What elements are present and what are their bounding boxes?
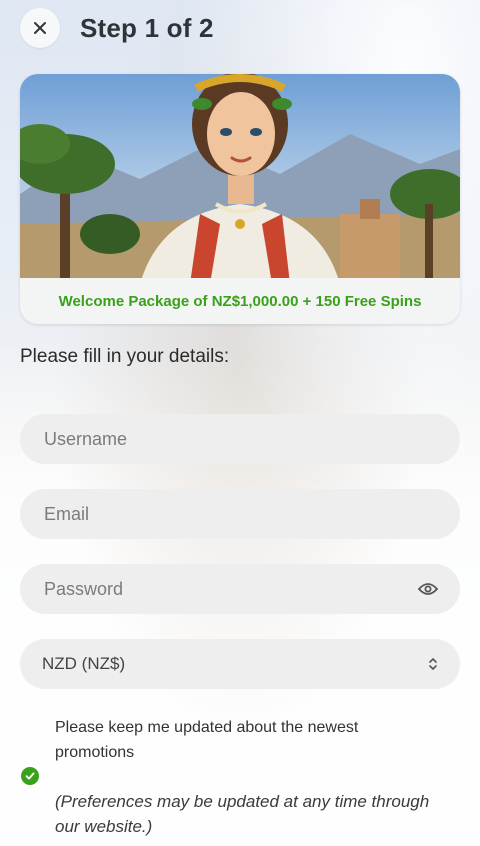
close-button[interactable] <box>20 8 60 48</box>
consent-label: Please keep me updated about the newest … <box>55 719 359 761</box>
currency-select[interactable]: NZD (NZ$) <box>20 639 460 689</box>
username-field[interactable] <box>20 414 460 464</box>
banner-illustration <box>20 74 460 284</box>
email-input[interactable] <box>42 502 438 526</box>
consent-note: (Preferences may be updated at any time … <box>55 792 430 836</box>
promo-text: Welcome Package of NZ$1,000.00 + 150 Fre… <box>20 278 460 324</box>
check-icon <box>25 772 35 780</box>
page-title: Step 1 of 2 <box>80 12 214 43</box>
currency-value: NZD (NZ$) <box>42 654 126 673</box>
password-input[interactable] <box>42 577 418 601</box>
form-intro: Please fill in your details: <box>20 346 230 367</box>
password-field[interactable] <box>20 564 460 614</box>
close-icon <box>34 22 46 34</box>
header: Step 1 of 2 <box>20 7 214 49</box>
chevron-up-down-icon <box>428 657 438 671</box>
username-input[interactable] <box>42 427 438 451</box>
email-field[interactable] <box>20 489 460 539</box>
consent-checkbox[interactable] <box>21 767 39 785</box>
eye-icon[interactable] <box>418 582 438 596</box>
